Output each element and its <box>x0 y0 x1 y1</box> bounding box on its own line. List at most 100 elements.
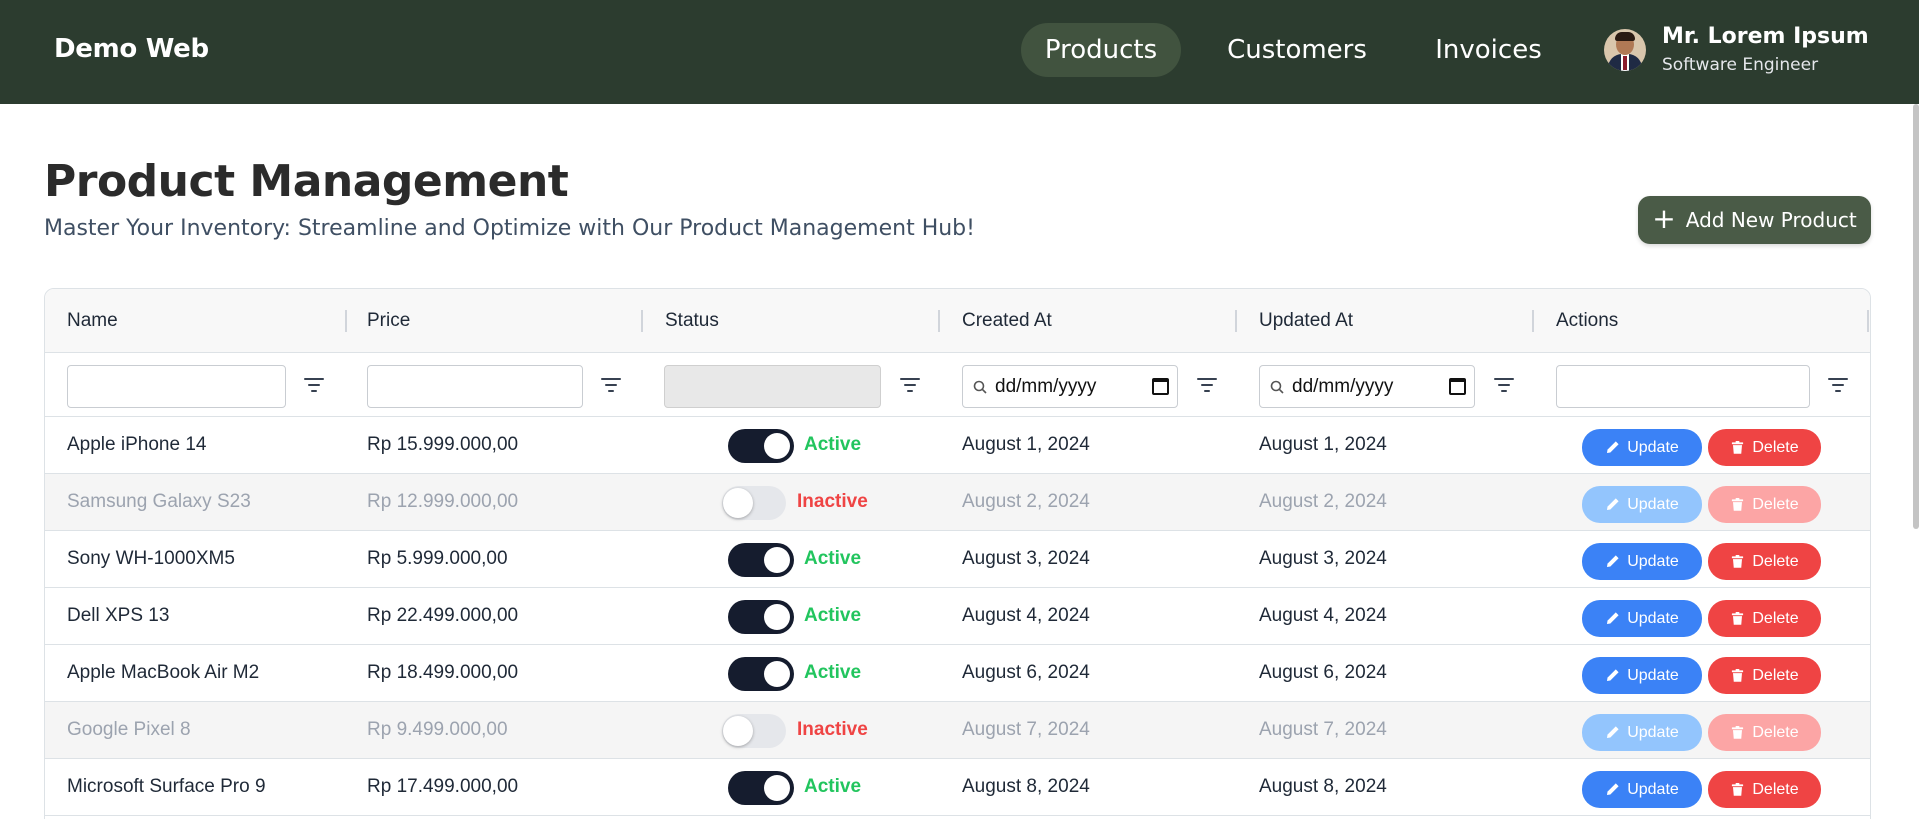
add-new-product-label: Add New Product <box>1685 208 1857 232</box>
brand-logo[interactable]: Demo Web <box>54 34 209 64</box>
actions-filter-input[interactable] <box>1556 365 1810 408</box>
column-header-status[interactable]: Status <box>665 289 719 353</box>
user-name[interactable]: Mr. Lorem Ipsum <box>1662 24 1869 49</box>
filter-menu-icon[interactable] <box>601 376 621 394</box>
top-navbar: Demo Web Products Customers Invoices Mr.… <box>0 0 1919 104</box>
column-resize-handle[interactable] <box>641 310 643 332</box>
delete-label: Delete <box>1752 552 1799 570</box>
page-title: Product Management <box>44 156 569 207</box>
delete-label: Delete <box>1752 609 1799 627</box>
created-at: August 7, 2024 <box>962 719 1090 740</box>
status-toggle[interactable] <box>728 657 794 691</box>
page-subtitle: Master Your Inventory: Streamline and Op… <box>44 216 975 241</box>
page-scrollbar[interactable] <box>1913 104 1919 529</box>
update-button[interactable]: Update <box>1582 657 1702 694</box>
nav-customers[interactable]: Customers <box>1212 23 1382 77</box>
status-toggle[interactable] <box>728 771 794 805</box>
pencil-icon <box>1607 498 1619 511</box>
table-row[interactable]: Dell XPS 13 Rp 22.499.000,00 Active Augu… <box>45 588 1870 645</box>
delete-label: Delete <box>1752 438 1799 456</box>
table-row[interactable]: Samsung Galaxy S23 Rp 12.999.000,00 Inac… <box>45 474 1870 531</box>
delete-button[interactable]: Delete <box>1708 600 1821 637</box>
user-role: Software Engineer <box>1662 55 1819 75</box>
filter-menu-icon[interactable] <box>900 376 920 394</box>
name-filter-input[interactable] <box>67 365 286 408</box>
column-resize-handle[interactable] <box>1235 310 1237 332</box>
product-price: Rp 9.499.000,00 <box>367 719 508 740</box>
nav-invoices[interactable]: Invoices <box>1421 23 1556 77</box>
created-at: August 2, 2024 <box>962 491 1090 512</box>
updated-at-date-input[interactable]: dd/mm/yyyy <box>1259 365 1475 408</box>
product-price: Rp 12.999.000,00 <box>367 491 519 512</box>
delete-button[interactable]: Delete <box>1708 657 1821 694</box>
status-toggle[interactable] <box>722 486 786 520</box>
add-new-product-button[interactable]: + Add New Product <box>1638 196 1871 244</box>
update-button[interactable]: Update <box>1582 543 1702 580</box>
calendar-icon[interactable] <box>1152 378 1169 395</box>
created-at-date-input[interactable]: dd/mm/yyyy <box>962 365 1178 408</box>
filter-menu-icon[interactable] <box>1494 376 1514 394</box>
pencil-icon <box>1607 555 1619 568</box>
created-at-date-placeholder: dd/mm/yyyy <box>995 375 1097 397</box>
product-name: Apple MacBook Air M2 <box>67 662 260 683</box>
delete-button[interactable]: Delete <box>1708 771 1821 808</box>
table-row[interactable]: Google Pixel 8 Rp 9.499.000,00 Inactive … <box>45 702 1870 759</box>
update-label: Update <box>1627 723 1679 741</box>
delete-button[interactable]: Delete <box>1708 486 1821 523</box>
price-filter-input[interactable] <box>367 365 583 408</box>
table-row[interactable]: Apple iPhone 14 Rp 15.999.000,00 Active … <box>45 417 1870 474</box>
filter-menu-icon[interactable] <box>1828 376 1848 394</box>
column-resize-handle[interactable] <box>1867 310 1869 332</box>
column-resize-handle[interactable] <box>938 310 940 332</box>
trash-icon <box>1732 725 1744 739</box>
status-label: Active <box>804 434 862 455</box>
status-toggle[interactable] <box>728 600 794 634</box>
product-price: Rp 5.999.000,00 <box>367 548 508 569</box>
delete-button[interactable]: Delete <box>1708 543 1821 580</box>
updated-at-date-placeholder: dd/mm/yyyy <box>1292 375 1394 397</box>
calendar-icon[interactable] <box>1449 378 1466 395</box>
update-button[interactable]: Update <box>1582 771 1702 808</box>
status-label: Active <box>804 605 862 626</box>
column-header-actions[interactable]: Actions <box>1556 289 1618 353</box>
product-price: Rp 15.999.000,00 <box>367 434 519 455</box>
update-button[interactable]: Update <box>1582 429 1702 466</box>
update-button[interactable]: Update <box>1582 714 1702 751</box>
filter-menu-icon[interactable] <box>304 376 324 394</box>
update-label: Update <box>1627 780 1679 798</box>
product-name: Dell XPS 13 <box>67 605 170 626</box>
delete-button[interactable]: Delete <box>1708 429 1821 466</box>
delete-label: Delete <box>1752 723 1799 741</box>
update-label: Update <box>1627 438 1679 456</box>
created-at: August 1, 2024 <box>962 434 1090 455</box>
delete-button[interactable]: Delete <box>1708 714 1821 751</box>
trash-icon <box>1732 554 1744 568</box>
plus-icon: + <box>1652 201 1676 235</box>
status-toggle[interactable] <box>728 543 794 577</box>
table-row[interactable]: Microsoft Surface Pro 9 Rp 17.499.000,00… <box>45 759 1870 816</box>
status-toggle[interactable] <box>728 429 794 463</box>
delete-label: Delete <box>1752 780 1799 798</box>
product-price: Rp 17.499.000,00 <box>367 776 519 797</box>
table-row[interactable]: Apple MacBook Air M2 Rp 18.499.000,00 Ac… <box>45 645 1870 702</box>
column-resize-handle[interactable] <box>345 310 347 332</box>
avatar[interactable] <box>1604 29 1646 71</box>
filter-menu-icon[interactable] <box>1197 376 1217 394</box>
column-header-created-at[interactable]: Created At <box>962 289 1052 353</box>
nav-products[interactable]: Products <box>1021 23 1181 77</box>
column-resize-handle[interactable] <box>1532 310 1534 332</box>
updated-at: August 2, 2024 <box>1259 491 1387 512</box>
column-header-updated-at[interactable]: Updated At <box>1259 289 1353 353</box>
product-name: Apple iPhone 14 <box>67 434 207 455</box>
product-price: Rp 18.499.000,00 <box>367 662 519 683</box>
update-button[interactable]: Update <box>1582 600 1702 637</box>
table-row[interactable]: Sony WH-1000XM5 Rp 5.999.000,00 Active A… <box>45 531 1870 588</box>
update-button[interactable]: Update <box>1582 486 1702 523</box>
status-label: Active <box>804 776 862 797</box>
column-header-price[interactable]: Price <box>367 289 410 353</box>
product-name: Sony WH-1000XM5 <box>67 548 235 569</box>
product-name: Microsoft Surface Pro 9 <box>67 776 266 797</box>
pencil-icon <box>1607 612 1619 625</box>
column-header-name[interactable]: Name <box>67 289 118 353</box>
status-toggle[interactable] <box>722 714 786 748</box>
